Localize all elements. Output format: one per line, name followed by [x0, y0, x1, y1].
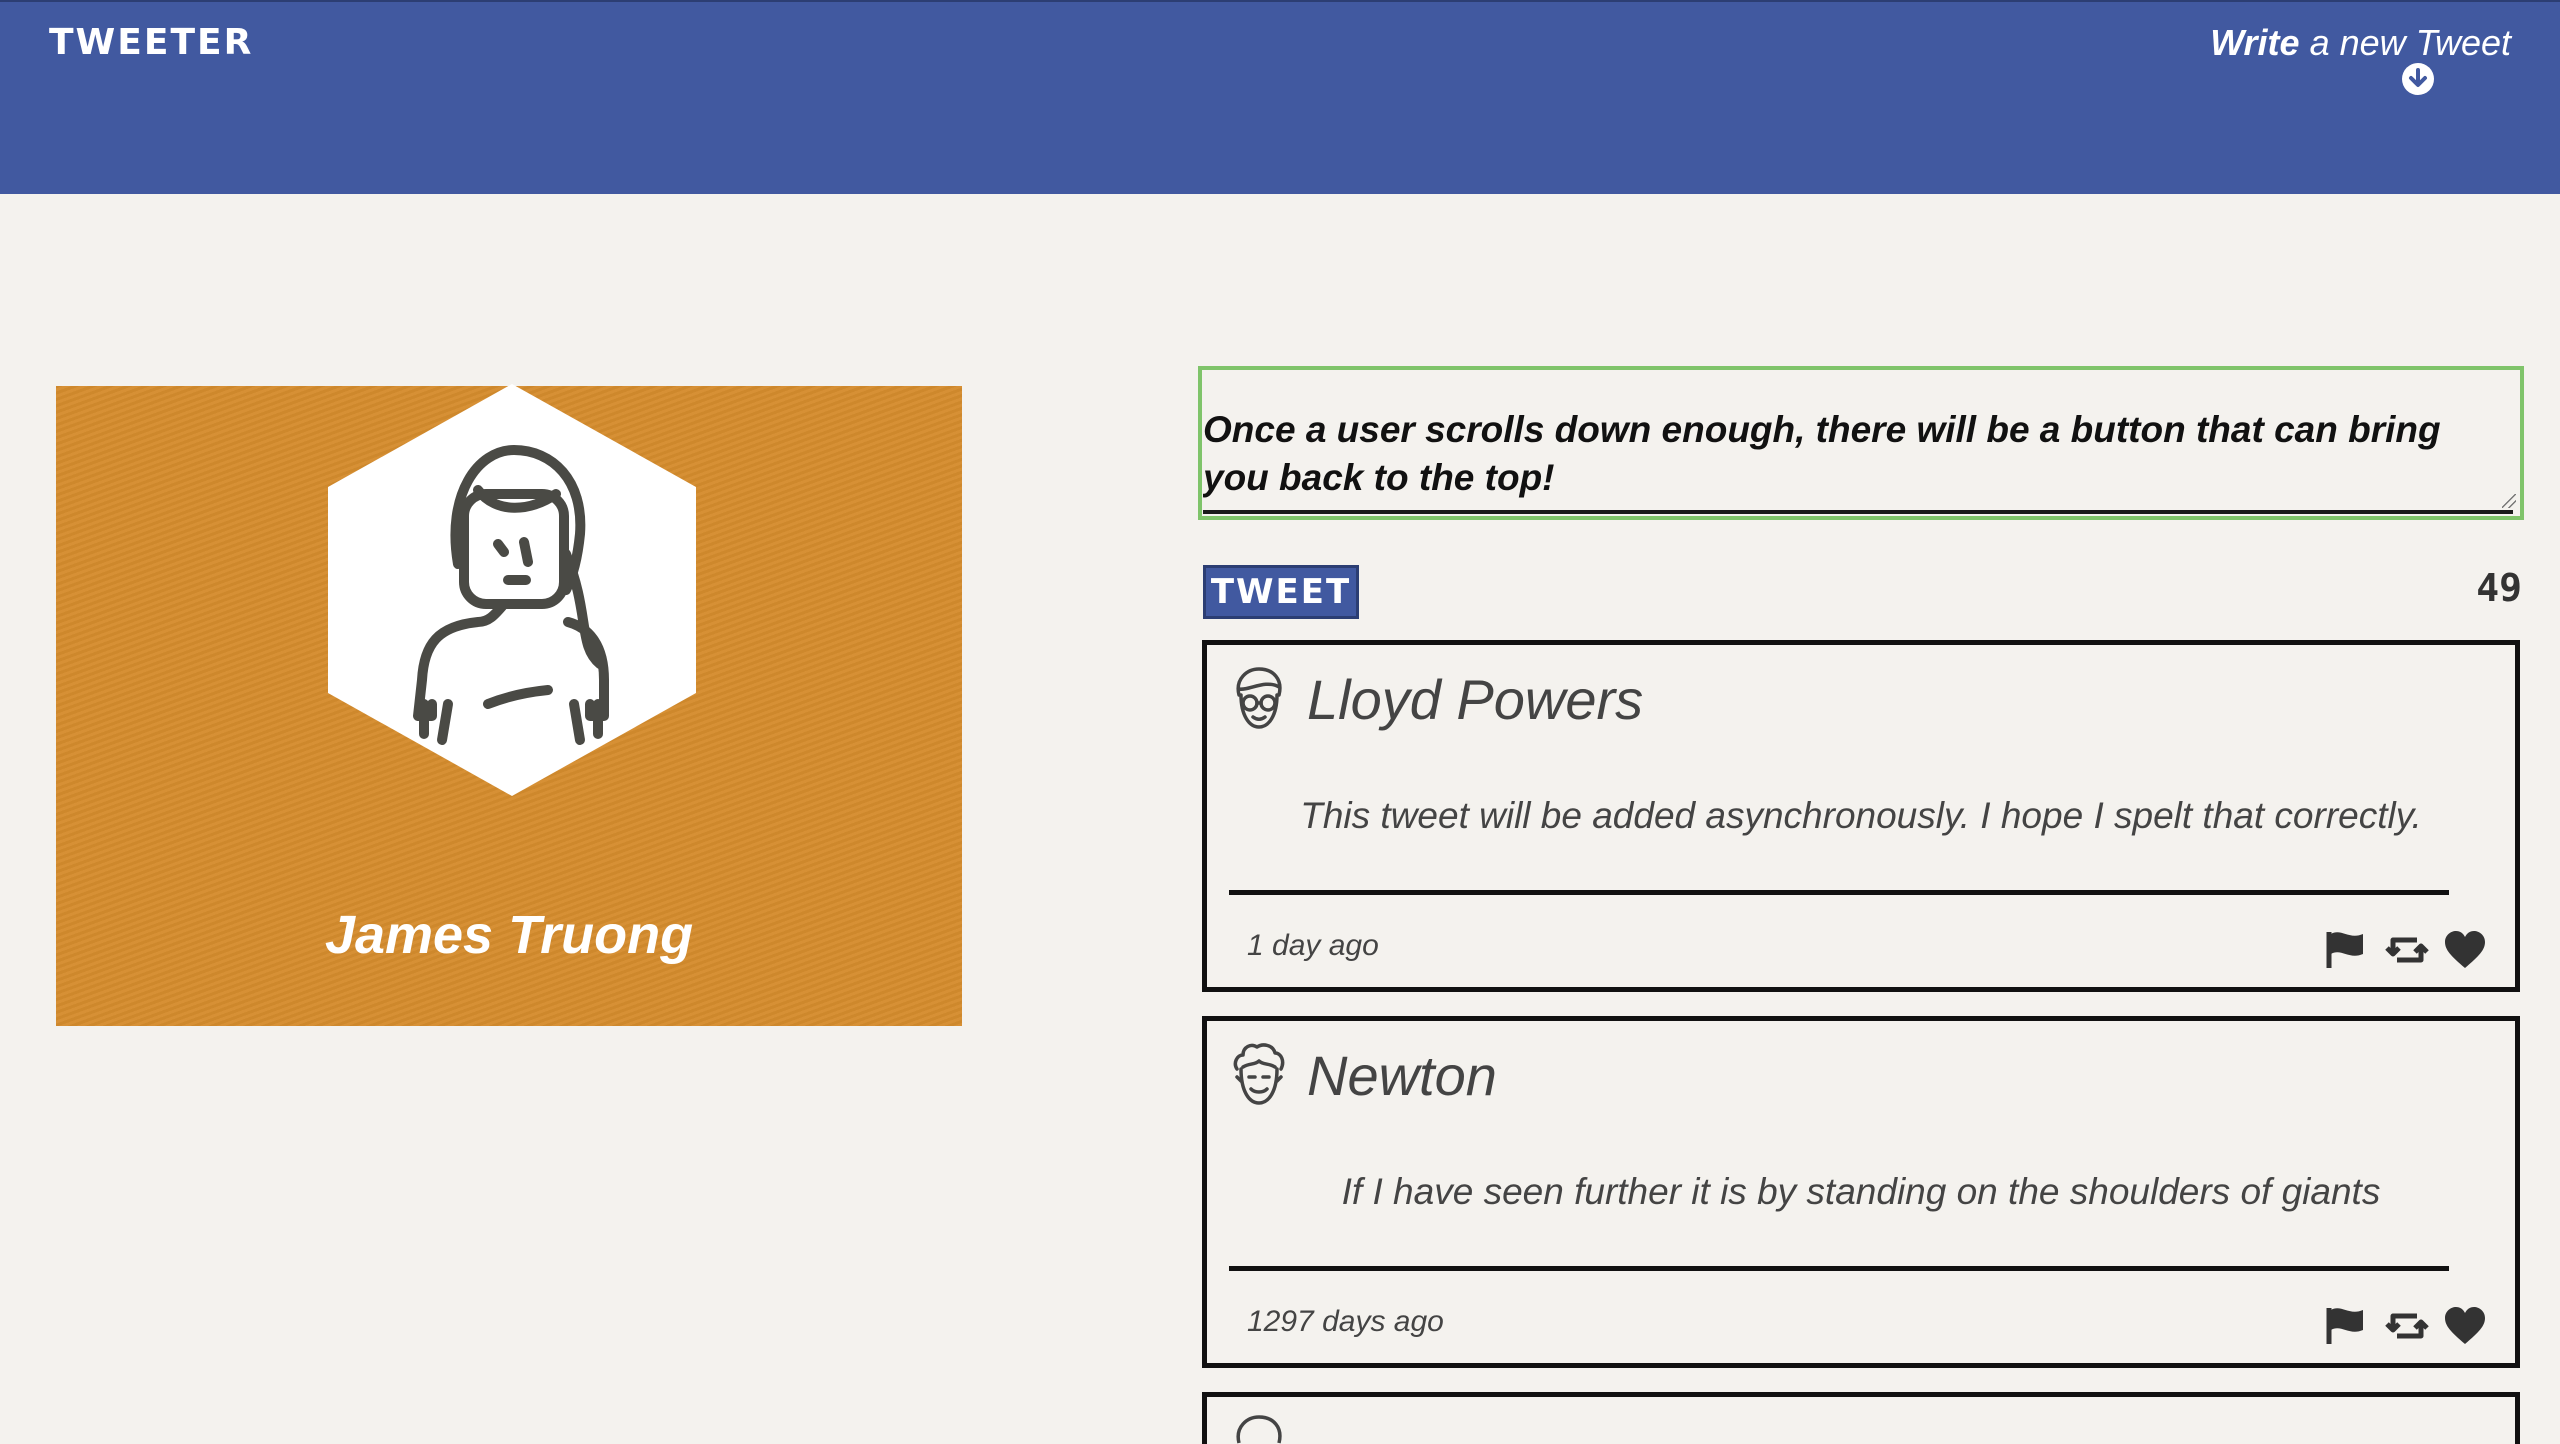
curly-hair-man-avatar-icon	[1233, 1043, 1285, 1105]
character-counter: 49	[2476, 566, 2522, 610]
tweet-timestamp: 1297 days ago	[1247, 1305, 1444, 1338]
retweet-icon[interactable]	[2385, 930, 2429, 970]
write-tweet-toggle[interactable]: Write a new Tweet	[2171, 22, 2511, 64]
tweet-card: Lloyd Powers This tweet will be added as…	[1202, 640, 2520, 992]
write-tweet-label: Write a new Tweet	[2171, 22, 2511, 64]
tweet-content: If I have seen further it is by standing…	[1341, 1171, 2381, 1212]
heart-icon[interactable]	[2443, 930, 2487, 970]
tweet-author[interactable]: Newton	[1307, 1043, 1497, 1108]
flag-icon[interactable]	[2325, 1306, 2369, 1346]
resize-handle-icon[interactable]	[2502, 494, 2516, 508]
woman-avatar-icon	[328, 384, 696, 796]
write-tweet-label-bold: Write	[2210, 22, 2300, 63]
tweet-card: Newton If I have seen further it is by s…	[1202, 1016, 2520, 1368]
glasses-man-avatar-icon	[1236, 667, 1282, 729]
tweet-content: This tweet will be added asynchronously.…	[1300, 795, 2422, 836]
tweet-textarea[interactable]	[1203, 406, 2513, 514]
flag-icon[interactable]	[2325, 930, 2369, 970]
tweet-divider	[1229, 890, 2449, 895]
tweet-timestamp: 1 day ago	[1247, 929, 1379, 962]
heart-icon[interactable]	[2443, 1306, 2487, 1346]
retweet-icon[interactable]	[2385, 1306, 2429, 1346]
arrow-down-circle-icon[interactable]	[2401, 62, 2435, 96]
profile-card: James Truong	[56, 384, 962, 1026]
avatar-icon	[1236, 1415, 1282, 1444]
top-nav: TWEETER Write a new Tweet	[0, 0, 2560, 194]
profile-name: James Truong	[324, 905, 694, 965]
page: TWEETER Write a new Tweet James Truong O…	[0, 0, 2560, 1444]
write-tweet-label-light: a new Tweet	[2309, 22, 2511, 63]
brand-logo[interactable]: TWEETER	[49, 22, 253, 63]
tweet-submit-button[interactable]: TWEET	[1203, 565, 1359, 619]
tweet-divider	[1229, 1266, 2449, 1271]
tweet-card	[1202, 1392, 2520, 1444]
tweet-author[interactable]: Lloyd Powers	[1307, 667, 1643, 732]
